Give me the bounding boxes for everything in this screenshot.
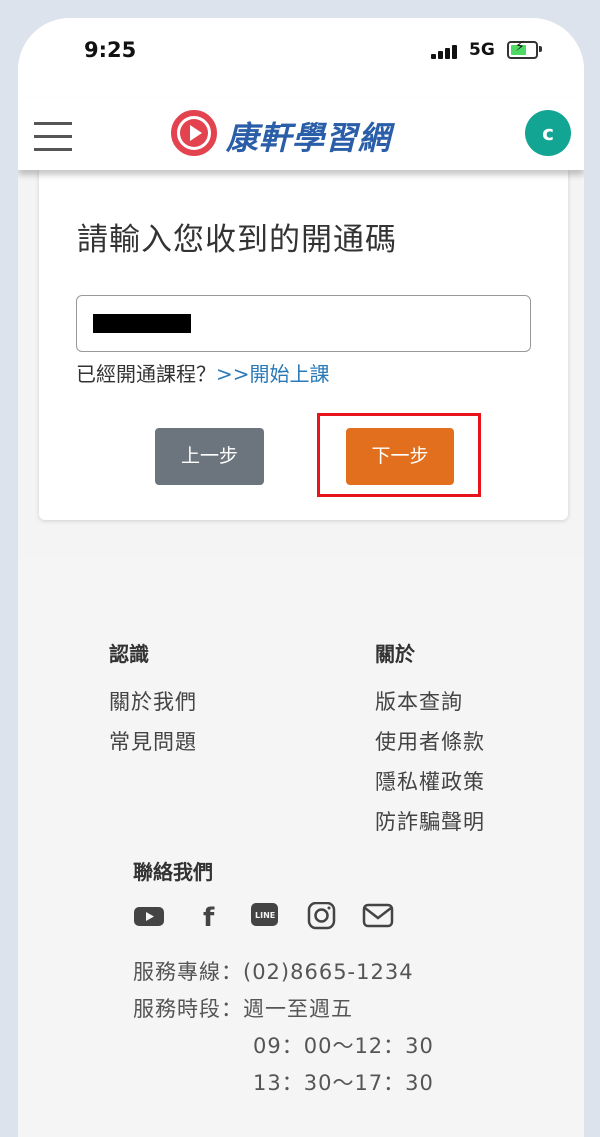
instagram-icon[interactable] — [305, 902, 337, 930]
status-bar: 9:25 5G ⚡ — [18, 18, 584, 88]
service-hours-label: 服務時段：週一至週五 — [133, 997, 353, 1021]
footer-link-terms[interactable]: 使用者條款 — [375, 726, 485, 756]
logo-text: 康軒學習網 — [226, 119, 392, 157]
footer-link-version[interactable]: 版本查詢 — [375, 686, 485, 716]
contact-title: 聯絡我們 — [133, 860, 213, 884]
play-logo-icon — [171, 110, 217, 156]
already-activated-line: 已經開通課程？>>開始上課 — [76, 358, 330, 387]
svg-text:f: f — [203, 903, 215, 930]
hotline-text: 服務專線：(02)8665-1234 — [133, 960, 414, 984]
mail-icon[interactable] — [362, 902, 394, 930]
footer-link-about-us[interactable]: 關於我們 — [109, 686, 197, 716]
svg-text:LINE: LINE — [255, 911, 275, 920]
footer: 認識 關於我們 常見問題 關於 版本查詢 使用者條款 隱私權政策 防詐騙聲明 聯… — [18, 558, 584, 1137]
prev-step-button[interactable]: 上一步 — [155, 428, 264, 485]
footer-link-anti-fraud[interactable]: 防詐騙聲明 — [375, 806, 485, 836]
footer-heading: 認識 — [109, 642, 149, 666]
network-label: 5G — [469, 40, 495, 60]
footer-heading: 關於 — [375, 642, 415, 666]
line-icon[interactable]: LINE — [249, 902, 281, 930]
redacted-code — [93, 314, 191, 333]
footer-col-about: 關於 版本查詢 使用者條款 隱私權政策 防詐騙聲明 — [375, 638, 485, 846]
facebook-icon[interactable]: f — [192, 902, 224, 930]
activation-code-input[interactable] — [76, 295, 531, 352]
signal-icon — [431, 45, 461, 59]
service-hours-morning: 09：00～12：30 — [253, 1034, 434, 1058]
footer-link-faq[interactable]: 常見問題 — [109, 726, 197, 756]
page-title: 請輸入您收到的開通碼 — [77, 222, 397, 258]
contact-section: 聯絡我們 f LINE 服務專線：(02)8665-1234 服務時段：週一至週… — [133, 856, 433, 1095]
app-header: 康軒學習網 c — [18, 98, 584, 170]
service-hours-afternoon: 13：30～17：30 — [253, 1071, 434, 1095]
already-activated-text: 已經開通課程？ — [76, 362, 216, 386]
footer-link-privacy[interactable]: 隱私權政策 — [375, 766, 485, 796]
start-class-link[interactable]: >>開始上課 — [216, 362, 330, 386]
avatar[interactable]: c — [525, 110, 571, 156]
highlight-box — [317, 413, 481, 497]
menu-icon[interactable] — [34, 122, 72, 152]
battery-icon: ⚡ — [507, 39, 538, 59]
phone-screen: 9:25 5G ⚡ 康軒學習網 c 請輸入您收到的開通碼 已經開通課程？>>開始… — [18, 18, 584, 1137]
status-time: 9:25 — [84, 38, 137, 62]
main-content: 請輸入您收到的開通碼 已經開通課程？>>開始上課 上一步 下一步 — [18, 170, 584, 558]
youtube-icon[interactable] — [133, 902, 165, 930]
footer-col-about-us: 認識 關於我們 常見問題 — [109, 638, 197, 766]
activation-card: 請輸入您收到的開通碼 已經開通課程？>>開始上課 上一步 下一步 — [39, 170, 568, 520]
